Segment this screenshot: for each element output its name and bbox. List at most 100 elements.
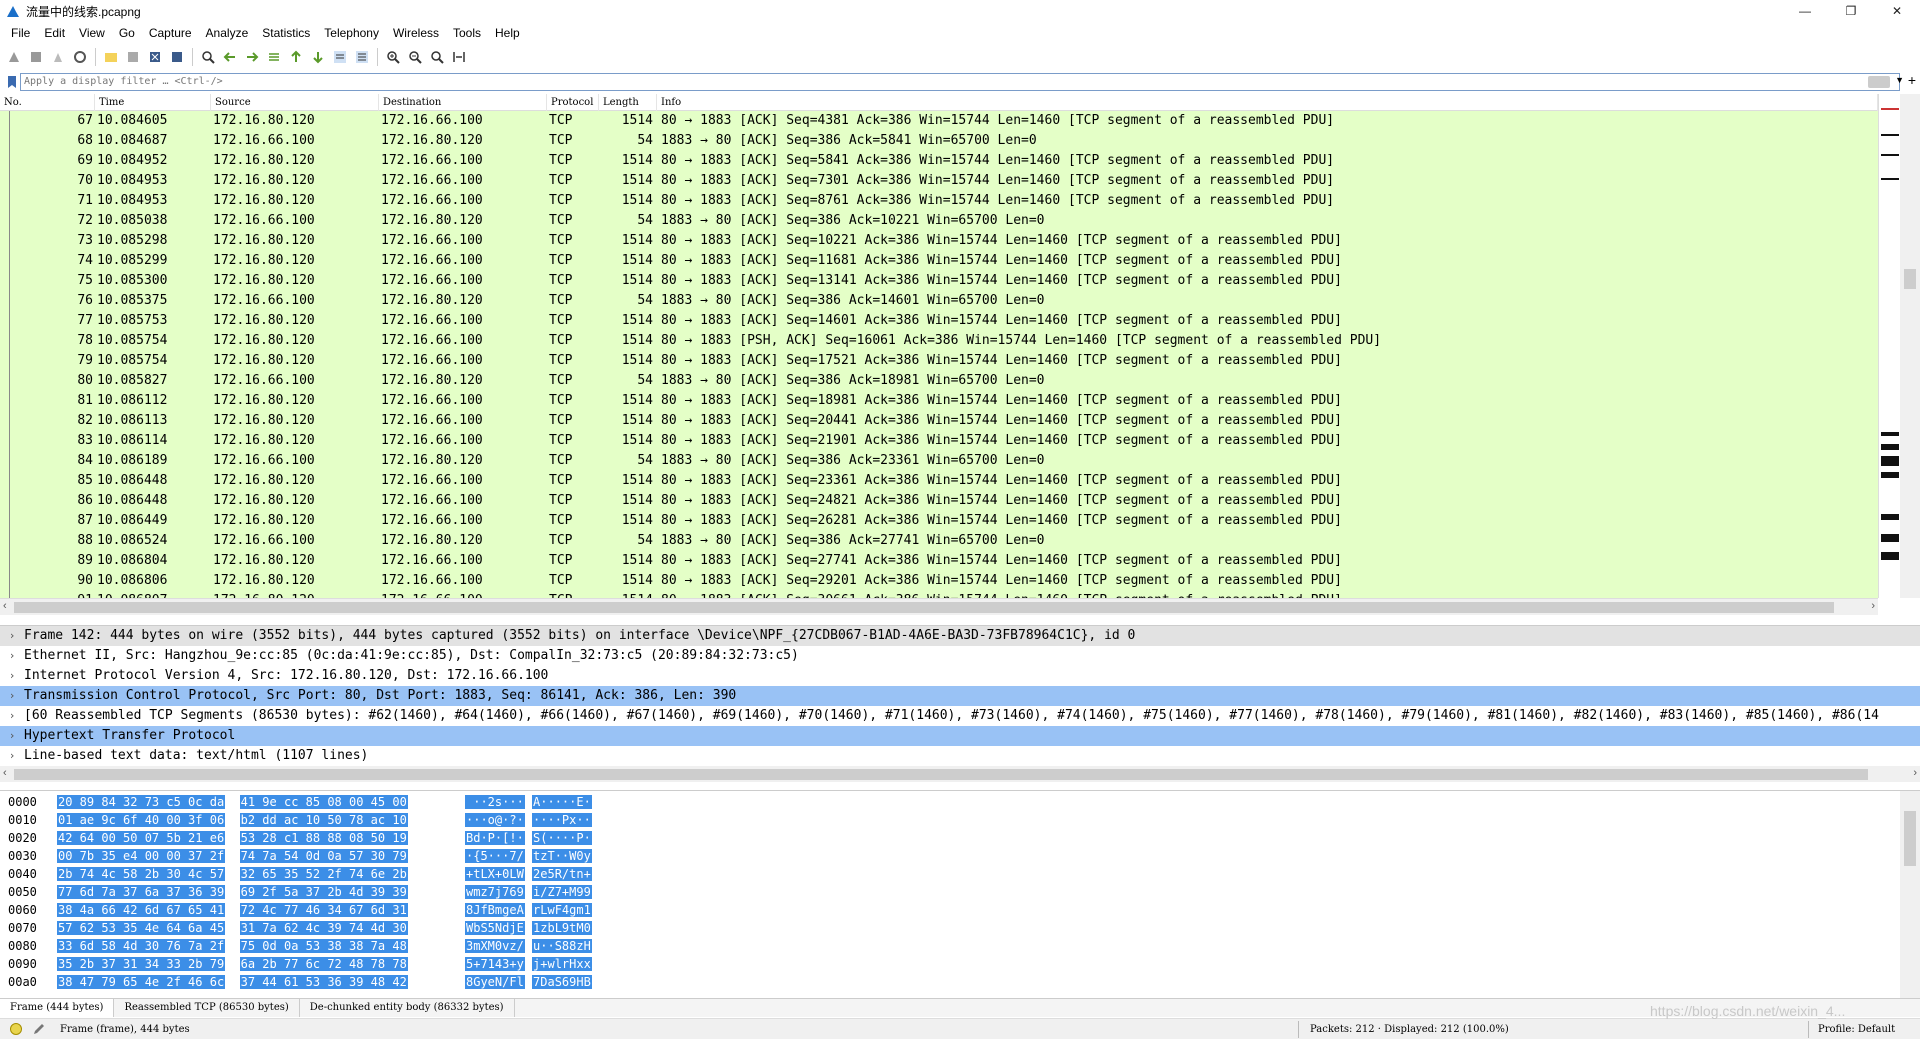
save-file-icon[interactable] [123, 47, 143, 67]
bytes-hex[interactable]: 20 89 84 32 73 c5 0c da 41 9e cc 85 08 0… [57, 793, 442, 811]
bytes-ascii-group[interactable]: 7DaS69HB [532, 975, 592, 989]
go-back-icon[interactable] [220, 47, 240, 67]
packet-row[interactable]: 77 10.085753 172.16.80.120 172.16.66.100 TCP… [0, 311, 1878, 331]
packet-row[interactable]: 88 10.086524 172.16.66.100 172.16.80.120 TCP… [0, 531, 1878, 551]
expand-arrow-icon[interactable]: › [0, 646, 24, 666]
scroll-left-icon[interactable]: ‹ [3, 600, 7, 612]
bytes-ascii[interactable]: ···o@·?· ····Px·· [465, 811, 592, 829]
expand-arrow-icon[interactable]: › [0, 726, 24, 746]
status-profile[interactable]: Profile: Default [1818, 1024, 1895, 1035]
bytes-ascii-group[interactable]: Bd·P·[!· [465, 831, 525, 845]
bytes-hex-group[interactable]: 74 7a 54 0d 0a 57 30 79 [239, 849, 408, 863]
close-button[interactable]: ✕ [1874, 0, 1920, 22]
packet-row[interactable]: 67 10.084605 172.16.80.120 172.16.66.100 TCP… [0, 111, 1878, 131]
menu-go[interactable]: Go [112, 22, 142, 44]
bytes-hex-group[interactable]: 33 6d 58 4d 30 76 7a 2f [57, 939, 226, 953]
bytes-ascii-group[interactable]: rLwF4gm1 [532, 903, 592, 917]
colorize-icon[interactable] [352, 47, 372, 67]
packet-row[interactable]: 69 10.084952 172.16.80.120 172.16.66.100 TCP… [0, 151, 1878, 171]
bytes-hex[interactable]: 00 7b 35 e4 00 00 37 2f 74 7a 54 0d 0a 5… [57, 847, 442, 865]
bytes-hex-group[interactable]: 38 47 79 65 4e 2f 46 6c [57, 975, 226, 989]
packet-minimap[interactable] [1878, 94, 1900, 598]
bytes-hex-group[interactable]: 20 89 84 32 73 c5 0c da [57, 795, 226, 809]
bytes-ascii-group[interactable]: wmz7j769 [465, 885, 525, 899]
bytes-hex-group[interactable]: b2 dd ac 10 50 78 ac 10 [239, 813, 408, 827]
bytes-hex[interactable]: 77 6d 7a 37 6a 37 36 39 69 2f 5a 37 2b 4… [57, 883, 442, 901]
column-header-no[interactable]: No. [0, 94, 95, 111]
packet-row[interactable]: 71 10.084953 172.16.80.120 172.16.66.100 TCP… [0, 191, 1878, 211]
bytes-ascii[interactable]: Bd·P·[!· S(····P· [465, 829, 592, 847]
details-row-tcp[interactable]: › Transmission Control Protocol, Src Port… [0, 686, 1920, 706]
packet-list-vertical-scrollbar[interactable] [1900, 94, 1920, 598]
column-header-protocol[interactable]: Protocol [547, 94, 599, 111]
scrollbar-thumb[interactable] [14, 769, 1868, 780]
stop-capture-icon[interactable] [26, 47, 46, 67]
packet-row[interactable]: 90 10.086806 172.16.80.120 172.16.66.100 TCP… [0, 571, 1878, 591]
bytes-ascii[interactable]: WbS5NdjE 1zbL9tM0 [465, 919, 592, 937]
bytes-hex-group[interactable]: 37 44 61 53 36 39 48 42 [239, 975, 408, 989]
go-to-packet-icon[interactable] [264, 47, 284, 67]
bytes-hex-group[interactable]: 6a 2b 77 6c 72 48 78 78 [239, 957, 408, 971]
tab-reassembled-tcp[interactable]: Reassembled TCP (86530 bytes) [114, 999, 300, 1017]
packet-row[interactable]: 73 10.085298 172.16.80.120 172.16.66.100 TCP… [0, 231, 1878, 251]
details-row-http[interactable]: › Hypertext Transfer Protocol [0, 726, 1920, 746]
bytes-hex-group[interactable]: 69 2f 5a 37 2b 4d 39 39 [239, 885, 408, 899]
bytes-hex-group[interactable]: 31 7a 62 4c 39 74 4d 30 [239, 921, 408, 935]
bytes-ascii-group[interactable]: +tLX+0LW [465, 867, 525, 881]
packet-row[interactable]: 81 10.086112 172.16.80.120 172.16.66.100 TCP… [0, 391, 1878, 411]
details-row-ipv4[interactable]: › Internet Protocol Version 4, Src: 172.1… [0, 666, 1920, 686]
bytes-ascii-group[interactable]: ···o@·?· [465, 813, 525, 827]
menu-analyze[interactable]: Analyze [199, 22, 256, 44]
filter-dropdown-icon[interactable]: ▼ [1895, 75, 1904, 85]
packet-row[interactable]: 86 10.086448 172.16.80.120 172.16.66.100 TCP… [0, 491, 1878, 511]
bytes-hex-group[interactable]: 77 6d 7a 37 6a 37 36 39 [57, 885, 226, 899]
bytes-ascii[interactable]: +tLX+0LW 2e5R/tn+ [465, 865, 592, 883]
expert-info-icon[interactable] [10, 1023, 22, 1035]
bytes-hex-group[interactable]: 57 62 53 35 4e 64 6a 45 [57, 921, 226, 935]
menu-telephony[interactable]: Telephony [317, 22, 386, 44]
bytes-hex[interactable]: 2b 74 4c 58 2b 30 4c 57 32 65 35 52 2f 7… [57, 865, 442, 883]
bytes-ascii[interactable]: ·{5···7/ tzT··W0y [465, 847, 592, 865]
open-file-icon[interactable] [101, 47, 121, 67]
bytes-ascii-group[interactable]: A·····E· [532, 795, 592, 809]
menu-statistics[interactable]: Statistics [255, 22, 317, 44]
packet-row[interactable]: 75 10.085300 172.16.80.120 172.16.66.100 TCP… [0, 271, 1878, 291]
bytes-hex-group[interactable]: 41 9e cc 85 08 00 45 00 [239, 795, 408, 809]
column-header-length[interactable]: Length [599, 94, 657, 111]
details-row-reassembled[interactable]: › [60 Reassembled TCP Segments (86530 byt… [0, 706, 1920, 726]
bytes-vertical-scrollbar[interactable] [1900, 791, 1920, 998]
capture-comment-icon[interactable] [32, 1022, 46, 1036]
details-row-frame[interactable]: › Frame 142: 444 bytes on wire (3552 bits… [0, 626, 1920, 646]
add-filter-button-icon[interactable]: + [1908, 72, 1916, 88]
tab-frame-bytes[interactable]: Frame (444 bytes) [0, 999, 115, 1017]
packet-row[interactable]: 89 10.086804 172.16.80.120 172.16.66.100 TCP… [0, 551, 1878, 571]
capture-options-icon[interactable] [70, 47, 90, 67]
packet-row[interactable]: 78 10.085754 172.16.80.120 172.16.66.100 TCP… [0, 331, 1878, 351]
menu-tools[interactable]: Tools [446, 22, 488, 44]
expand-arrow-icon[interactable]: › [0, 666, 24, 686]
start-capture-icon[interactable] [4, 47, 24, 67]
restore-button[interactable]: ❐ [1828, 0, 1874, 22]
bytes-ascii-group[interactable]: ··2s··· [465, 795, 525, 809]
bytes-hex-group[interactable]: 75 0d 0a 53 38 38 7a 48 [239, 939, 408, 953]
scrollbar-thumb[interactable] [1904, 269, 1916, 289]
minimize-button[interactable]: — [1782, 0, 1828, 22]
display-filter-input[interactable]: Apply a display filter … <Ctrl-/> [20, 73, 1900, 91]
bytes-hex-group[interactable]: 53 28 c1 88 88 08 50 19 [239, 831, 408, 845]
bytes-hex[interactable]: 42 64 00 50 07 5b 21 e6 53 28 c1 88 88 0… [57, 829, 442, 847]
bytes-ascii-group[interactable]: S(····P· [532, 831, 592, 845]
bytes-hex[interactable]: 01 ae 9c 6f 40 00 3f 06 b2 dd ac 10 50 7… [57, 811, 442, 829]
column-header-time[interactable]: Time [95, 94, 211, 111]
packet-row[interactable]: 9110.086807172.16.80.120172.16.66.100TCP… [0, 591, 1878, 598]
resize-columns-icon[interactable] [449, 47, 469, 67]
scrollbar-thumb[interactable] [14, 602, 1834, 613]
bytes-hex-group[interactable]: 72 4c 77 46 34 67 6d 31 [239, 903, 408, 917]
bytes-hex[interactable]: 33 6d 58 4d 30 76 7a 2f 75 0d 0a 53 38 3… [57, 937, 442, 955]
packet-row[interactable]: 68 10.084687 172.16.66.100 172.16.80.120 TCP… [0, 131, 1878, 151]
bytes-ascii[interactable]: wmz7j769 i/Z7+M99 [465, 883, 592, 901]
bytes-hex-group[interactable]: 2b 74 4c 58 2b 30 4c 57 [57, 867, 226, 881]
expand-arrow-icon[interactable]: › [0, 686, 24, 706]
packet-list-horizontal-scrollbar[interactable]: ‹ › [0, 598, 1878, 615]
expand-arrow-icon[interactable]: › [0, 706, 24, 726]
go-forward-icon[interactable] [242, 47, 262, 67]
